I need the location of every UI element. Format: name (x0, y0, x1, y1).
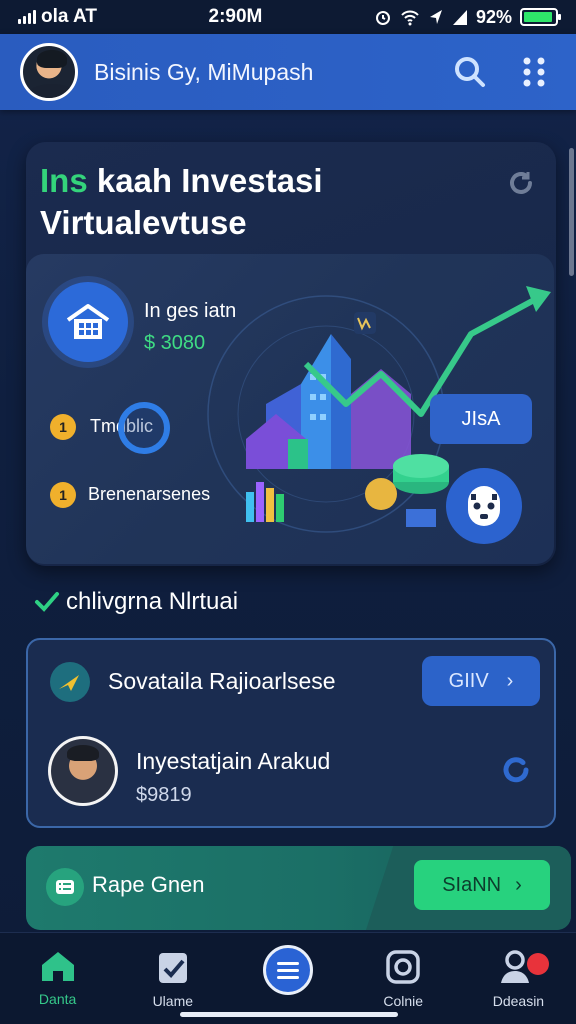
section-heading-text: chlivgrna Nlrtuai (66, 588, 239, 615)
chevron-right-icon: › (506, 669, 514, 692)
camera-icon (386, 950, 420, 984)
nav-label: Danta (38, 991, 77, 1007)
promo-title: Rape Gnen (92, 872, 205, 897)
hero-action-button[interactable]: JIsA (430, 394, 532, 444)
notification-dot (526, 953, 549, 975)
recommendation-card[interactable]: Sovataila Rajioarlsese GIIV › Inyestatja… (26, 638, 556, 828)
refresh-icon[interactable] (506, 168, 536, 203)
recommendation-button-label: GIIV (448, 669, 489, 692)
battery-percent: 92% (475, 6, 512, 27)
house-icon (48, 282, 128, 362)
stat-value: $ 3080 (144, 332, 206, 354)
bullet-badge-1: 1 (50, 414, 76, 440)
recommendation-button[interactable]: GIIV › (422, 656, 540, 706)
investor-avatar[interactable] (48, 736, 118, 806)
bottom-nav: Danta Ulame Colnie Ddeasin (0, 932, 576, 1024)
status-bar: ola AT 2:90M 92% (0, 0, 576, 34)
robot-icon[interactable] (446, 468, 522, 544)
nav-item-profile[interactable]: Ddeasin (461, 933, 576, 1024)
more-dots-icon[interactable] (512, 50, 556, 94)
header-title: Bisinis Gy, MiMupash (94, 58, 314, 85)
refresh-icon[interactable] (500, 754, 532, 791)
investor-name: Inyestatjain Arakud (136, 748, 331, 774)
nav-label: Colnie (383, 993, 424, 1009)
alarm-icon (375, 11, 390, 25)
hero-panel: In ges iatn $ 3080 1 Tmdblic 1 Brenenars… (26, 254, 554, 564)
chevron-right-icon: › (515, 873, 522, 896)
ring-icon (118, 402, 170, 454)
location-icon (429, 10, 442, 24)
section-heading: chlivgrna Nlrtuai (34, 588, 238, 616)
check-icon (35, 592, 59, 612)
promo-banner[interactable]: Rape Gnen SIaNN › (26, 846, 571, 930)
promo-button-label: SIaNN (442, 873, 502, 896)
promo-button[interactable]: SIaNN › (414, 860, 550, 910)
bullet-label-2: Brenenarsenes (88, 484, 211, 504)
nav-label: Ulame (152, 993, 194, 1009)
home-indicator[interactable] (180, 1012, 398, 1017)
hero-title: Ins kaah Investasi Virtualevtuse (40, 160, 323, 244)
checklist-icon (158, 953, 187, 983)
nav-item-menu[interactable] (230, 933, 345, 1024)
signal-icon (18, 10, 36, 24)
recommendation-title: Sovataila Rajioarlsese (108, 668, 336, 694)
gear-icon (46, 868, 84, 906)
nav-item-camera[interactable]: Colnie (346, 933, 461, 1024)
scrollbar-thumb[interactable] (569, 148, 574, 276)
wifi-icon (401, 10, 419, 26)
battery-icon (520, 8, 561, 26)
clock: 2:90M (208, 6, 263, 27)
carrier-label: ola AT (41, 6, 97, 27)
avatar[interactable] (20, 43, 78, 101)
home-icon (41, 952, 74, 981)
nav-item-home[interactable]: Danta (0, 933, 115, 1024)
hero-title-line1: kaah Investasi (87, 162, 323, 199)
rocket-icon (50, 662, 90, 702)
investor-amount: $9819 (136, 784, 192, 806)
hero-title-line2: Virtualevtuse (40, 204, 247, 241)
hero-card: Ins kaah Investasi Virtualevtuse In ges … (26, 142, 556, 566)
nav-item-tasks[interactable]: Ulame (115, 933, 230, 1024)
search-icon[interactable] (448, 50, 492, 94)
hero-title-accent: Ins (40, 162, 88, 199)
bullet-badge-2: 1 (50, 482, 76, 508)
app-screen: ola AT 2:90M 92% Bisinis Gy, MiMupash In… (0, 0, 576, 1024)
cell-signal-icon (452, 10, 467, 25)
battery-fill (524, 12, 552, 22)
status-right: 92% (374, 6, 561, 28)
app-header: Bisinis Gy, MiMupash (0, 34, 576, 110)
nav-label: Ddeasin (492, 993, 545, 1009)
menu-icon (263, 945, 313, 995)
status-left: ola AT (18, 6, 97, 28)
